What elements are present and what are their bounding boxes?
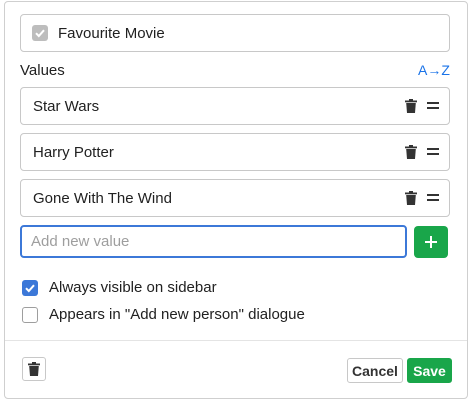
appears-in-dialogue-checkbox[interactable] [22, 306, 38, 323]
drag-handle-icon[interactable] [427, 193, 439, 203]
trash-icon[interactable] [405, 191, 417, 205]
value-row[interactable]: Gone With The Wind [20, 179, 450, 217]
add-value-button[interactable] [414, 226, 448, 258]
save-button[interactable]: Save [407, 358, 452, 383]
trash-icon [28, 362, 40, 376]
drag-handle-icon[interactable] [427, 147, 439, 157]
plus-icon [425, 236, 437, 248]
field-name-row: Favourite Movie [20, 14, 450, 52]
drag-handle-icon[interactable] [427, 101, 439, 111]
field-enabled-checkbox[interactable] [32, 25, 48, 41]
footer-divider [5, 340, 467, 341]
value-text[interactable]: Harry Potter [33, 144, 405, 161]
sort-az-link[interactable]: A→Z [418, 62, 450, 78]
always-visible-label: Always visible on sidebar [49, 279, 217, 296]
checkmark-icon [25, 284, 35, 292]
appears-in-dialogue-label: Appears in "Add new person" dialogue [49, 306, 305, 323]
field-name-label: Favourite Movie [58, 24, 165, 42]
value-text[interactable]: Gone With The Wind [33, 190, 405, 207]
values-heading: Values [20, 62, 65, 79]
trash-icon[interactable] [405, 145, 417, 159]
checkmark-icon [35, 29, 45, 38]
delete-field-button[interactable] [22, 357, 46, 381]
value-row[interactable]: Star Wars [20, 87, 450, 125]
always-visible-checkbox[interactable] [22, 279, 38, 296]
cancel-button[interactable]: Cancel [347, 358, 403, 383]
value-row[interactable]: Harry Potter [20, 133, 450, 171]
trash-icon[interactable] [405, 99, 417, 113]
value-text[interactable]: Star Wars [33, 98, 405, 115]
option-always-visible[interactable]: Always visible on sidebar [22, 279, 217, 296]
add-value-input[interactable] [20, 225, 407, 258]
option-appears-in-dialogue[interactable]: Appears in "Add new person" dialogue [22, 306, 305, 323]
